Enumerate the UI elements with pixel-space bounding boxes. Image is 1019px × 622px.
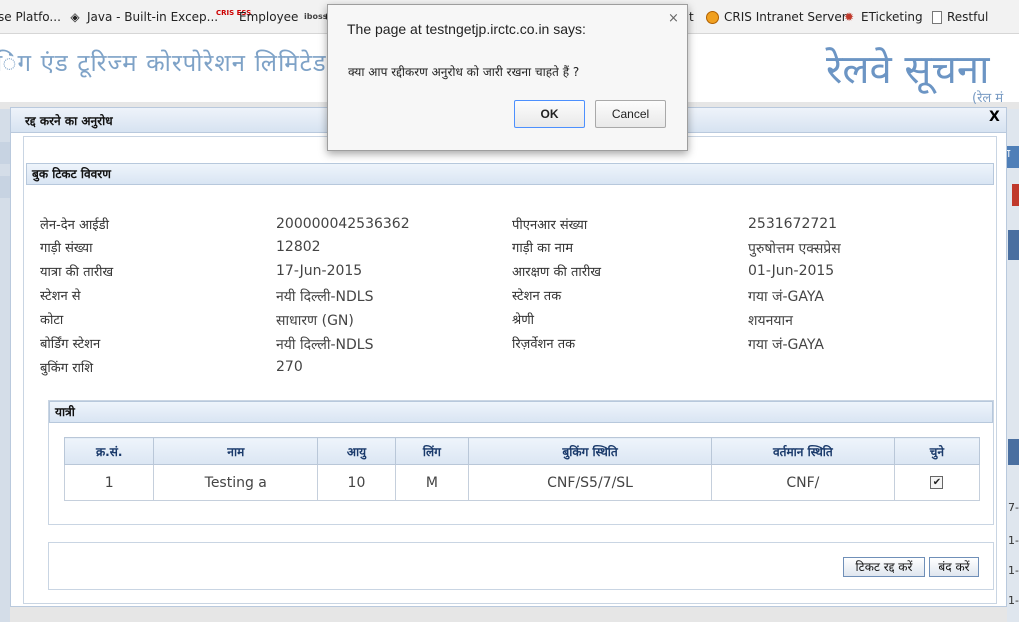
passenger-table: क्र.सं. नाम आयु लिंग बुकिंग स्थिति वर्तम… — [63, 437, 981, 501]
background-left-strip — [0, 176, 10, 198]
bookmark-label: Employee — [239, 10, 299, 24]
bookmark-label: Java - Built-in Excep... — [87, 10, 219, 24]
column-header-select: चुने — [893, 437, 981, 465]
bookmark-employee[interactable]: CRIS ESS Employee — [216, 9, 298, 25]
bookmark-label: se Platfo... — [0, 10, 61, 24]
table-row: 1 Testing a 10 M CNF/S5/7/SL CNF/ ✔ — [63, 464, 981, 501]
pnr-value: 2531672721 — [748, 216, 838, 232]
close-button[interactable]: बंद करें — [929, 557, 979, 577]
boarding-station-value: नयी दिल्ली-NDLS — [276, 337, 374, 353]
passenger-select-cell: ✔ — [893, 464, 981, 501]
passenger-header: यात्री — [49, 401, 993, 423]
reservation-upto-label: रिज़र्वेशन तक — [512, 337, 576, 352]
passenger-age: 10 — [317, 464, 396, 501]
bookmark-restful[interactable]: Restful — [932, 9, 988, 25]
booking-amount-label: बुकिंग राशि — [40, 361, 94, 376]
bookmark-cris-intranet[interactable]: CRIS Intranet Server — [706, 9, 847, 25]
bookmark-java[interactable]: ◈ Java - Built-in Excep... — [68, 9, 218, 25]
bookmark-label: t — [689, 10, 694, 24]
dialog-title: The page at testngetjp.irctc.co.in says: — [347, 21, 586, 37]
from-station-label: स्टेशन से — [40, 289, 81, 304]
passenger-name: Testing a — [153, 464, 319, 501]
journey-date-value: 17-Jun-2015 — [276, 263, 363, 279]
dialog-message: क्या आप रद्दीकरण अनुरोध को जारी रखना चाह… — [348, 65, 580, 79]
background-number: 1- — [1008, 594, 1019, 607]
journey-date-label: यात्रा की तारीख — [40, 265, 114, 280]
train-number-label: गाड़ी संख्या — [40, 241, 93, 256]
passenger-select-checkbox[interactable]: ✔ — [930, 476, 944, 489]
passenger-sno: 1 — [63, 464, 155, 501]
to-station-value: गया जं-GAYA — [748, 289, 824, 305]
confirm-dialog: The page at testngetjp.irctc.co.in says:… — [327, 4, 688, 151]
class-label: श्रेणी — [512, 313, 534, 328]
cancel-button[interactable]: Cancel — [595, 100, 666, 128]
bookmark-partial[interactable]: t — [689, 9, 694, 25]
train-number-value: 12802 — [276, 239, 321, 255]
passenger-section: यात्री क्र.सं. नाम आयु लिंग बुकिंग स्थित… — [48, 400, 994, 525]
table-header-row: क्र.सं. नाम आयु लिंग बुकिंग स्थिति वर्तम… — [63, 437, 981, 465]
booking-amount-value: 270 — [276, 359, 303, 375]
passenger-booking-status: CNF/S5/7/SL — [468, 464, 712, 501]
column-header-age: आयु — [317, 437, 396, 465]
background-right-strip — [1008, 230, 1019, 260]
background-left-strip — [0, 142, 10, 164]
quota-value: साधारण (GN) — [276, 313, 354, 329]
action-button-area: टिकट रद्द करें बंद करें — [48, 542, 994, 590]
background-number: 1- — [1008, 564, 1019, 577]
diamond-icon: ◈ — [70, 10, 80, 24]
cris-ess-icon: CRIS ESS — [216, 9, 252, 17]
ok-button[interactable]: OK — [514, 100, 585, 128]
background-number: 7- — [1008, 501, 1019, 514]
cancellation-request-modal: रद्द करने का अनुरोध X बुक टिकट विवरण लेन… — [10, 107, 1007, 607]
passenger-current-status: CNF/ — [710, 464, 895, 501]
to-station-label: स्टेशन तक — [512, 289, 562, 304]
pnr-label: पीएनआर संख्या — [512, 218, 588, 233]
railway-title: रेलवे सूचना — [826, 47, 990, 93]
orange-circle-icon — [706, 10, 719, 24]
reservation-date-label: आरक्षण की तारीख — [512, 265, 602, 280]
bookmark-platform[interactable]: se Platfo... — [0, 9, 61, 25]
reservation-upto-value: गया जं-GAYA — [748, 337, 824, 353]
transaction-id-value: 200000042536362 — [276, 216, 410, 232]
passenger-gender: M — [394, 464, 470, 501]
bug-icon: ✹ — [843, 10, 855, 24]
train-name-value: पुरुषोत्तम एक्सप्रेस — [748, 241, 841, 257]
modal-content: बुक टिकट विवरण लेन-देन आईडी 200000042536… — [23, 136, 997, 604]
boarding-station-label: बोर्डिंग स्टेशन — [40, 337, 101, 352]
corporation-name: िंग एंड टूरिज्म कोरपोरेशन लिमिटेड — [0, 49, 327, 77]
background-right-button — [1012, 184, 1019, 206]
ticket-details-header: बुक टिकट विवरण — [26, 163, 994, 185]
class-value: शयनयान — [748, 313, 793, 329]
modal-close-button[interactable]: X — [989, 109, 1000, 125]
background-right-strip — [1008, 439, 1019, 465]
train-name-label: गाड़ी का नाम — [512, 241, 573, 256]
column-header-gender: लिंग — [394, 437, 470, 465]
quota-label: कोटा — [40, 313, 64, 328]
column-header-sno: क्र.सं. — [63, 437, 155, 465]
bookmark-label: ETicketing — [861, 10, 923, 24]
from-station-value: नयी दिल्ली-NDLS — [276, 289, 374, 305]
column-header-booking-status: बुकिंग स्थिति — [468, 437, 712, 465]
column-header-current-status: वर्तमान स्थिति — [710, 437, 895, 465]
dialog-close-icon[interactable]: × — [668, 11, 679, 26]
bookmark-eticketing[interactable]: ✹ ETicketing — [842, 9, 923, 25]
background-number: 1- — [1008, 534, 1019, 547]
page-icon — [932, 10, 942, 24]
reservation-date-value: 01-Jun-2015 — [748, 263, 835, 279]
cancel-ticket-button[interactable]: टिकट रद्द करें — [843, 557, 925, 577]
column-header-name: नाम — [153, 437, 319, 465]
modal-title: रद्द करने का अनुरोध — [25, 114, 113, 128]
bookmark-label: CRIS Intranet Server — [724, 10, 847, 24]
iboss-icon: iboss .org — [304, 12, 348, 21]
bookmark-label: Restful — [947, 10, 989, 24]
railway-subtitle: (रेल मं — [972, 91, 1004, 106]
transaction-id-label: लेन-देन आईडी — [40, 218, 109, 233]
